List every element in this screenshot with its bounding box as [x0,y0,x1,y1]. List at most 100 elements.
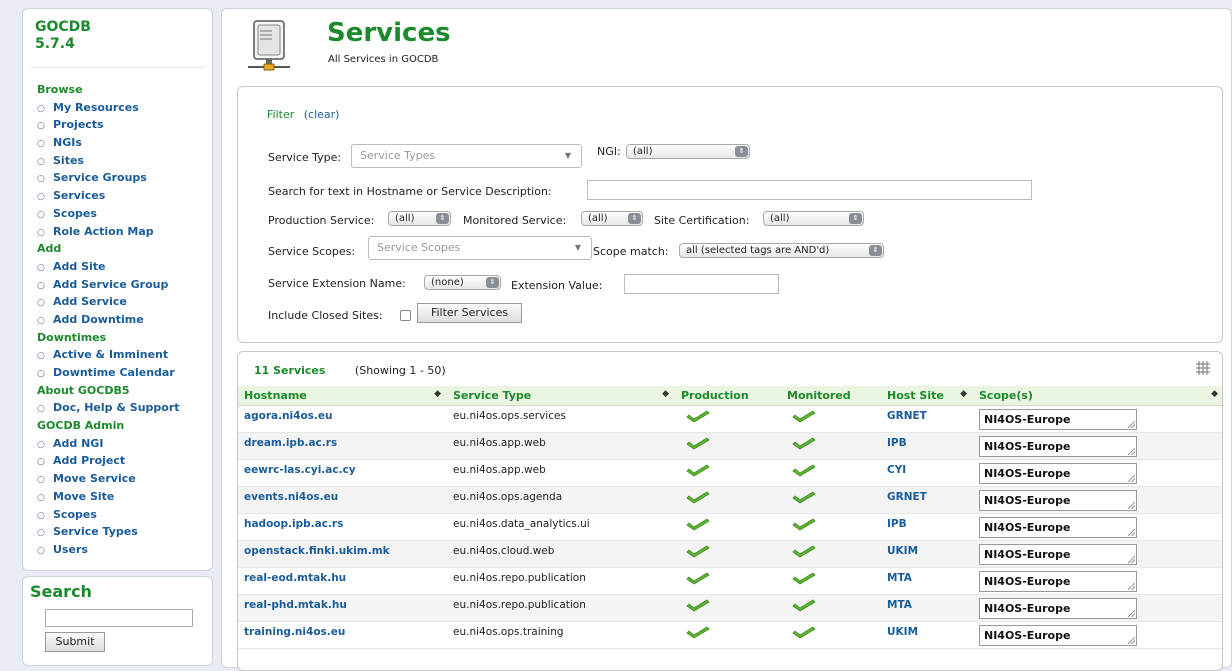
service-type-select[interactable]: Service Types ▼ [351,144,582,168]
certification-label: Site Certification: [654,214,750,227]
host-site-link[interactable]: MTA [881,594,973,623]
sidebar-item-sites[interactable]: ○ Sites [37,152,212,170]
hostname-link[interactable]: eewrc-las.cyi.ac.cy [238,459,447,487]
column-header-host-site[interactable]: Host Site ◆ [881,386,973,406]
monitored-select[interactable]: (all) ⇕ [581,211,643,226]
table-row: real-phd.mtak.hu eu.ni4os.repo.publicatio… [238,594,1222,623]
resize-grip-icon[interactable] [1128,583,1135,591]
sidebar-item-service-groups[interactable]: ○ Service Groups [37,169,212,187]
include-closed-checkbox[interactable] [400,310,411,321]
sidebar-item-add-service[interactable]: ○ Add Service [37,293,212,311]
sidebar-item-scopes[interactable]: ○ Scopes [37,506,212,524]
scope-textarea[interactable]: NI4OS-Europe [979,571,1137,593]
host-site-link[interactable]: UKIM [881,621,973,650]
resize-grip-icon[interactable] [1128,447,1135,455]
column-header-production[interactable]: Production [675,386,781,406]
filter-title: Filter [267,108,295,121]
ngi-select[interactable]: (all) ⇕ [626,144,750,159]
host-site-link[interactable]: IPB [881,432,973,460]
sidebar-item-move-site[interactable]: ○ Move Site [37,488,212,506]
resize-grip-icon[interactable] [1128,420,1135,428]
column-header-scopes[interactable]: Scope(s) ◆ [973,386,1222,406]
grid-icon[interactable] [1196,361,1210,375]
sidebar-item-add-site[interactable]: ○ Add Site [37,258,212,276]
host-site-link[interactable]: UKIM [881,540,973,569]
sidebar-item-add-downtime[interactable]: ○ Add Downtime [37,311,212,329]
hostname-link[interactable]: real-phd.mtak.hu [238,594,447,623]
service-scopes-select[interactable]: Service Scopes ▼ [368,236,592,260]
sidebar-item-scopes[interactable]: ○ Scopes [37,205,212,223]
resize-grip-icon[interactable] [1128,555,1135,563]
host-site-link[interactable]: IPB [881,513,973,541]
sidebar-item-users[interactable]: ○ Users [37,541,212,559]
table-row: hadoop.ipb.ac.rs eu.ni4os.data_analytics.… [238,513,1222,541]
scope-textarea[interactable]: NI4OS-Europe [979,408,1137,430]
hostname-link[interactable]: hadoop.ipb.ac.rs [238,513,447,541]
sidebar-item-service-types[interactable]: ○ Service Types [37,523,212,541]
scope-textarea[interactable]: NI4OS-Europe [979,462,1137,484]
scope-textarea[interactable]: NI4OS-Europe [979,598,1137,620]
sidebar-item-downtime-calendar[interactable]: ○ Downtime Calendar [37,364,212,382]
scope-textarea[interactable]: NI4OS-Europe [979,625,1137,647]
scope-textarea[interactable]: NI4OS-Europe [979,516,1137,538]
sidebar-item-ngis[interactable]: ○ NGIs [37,134,212,152]
host-site-link[interactable]: GRNET [881,405,973,433]
filter-clear-link[interactable]: (clear) [304,108,340,121]
sidebar-item-add-service-group[interactable]: ○ Add Service Group [37,276,212,294]
checkmark-icon [686,437,710,450]
filter-services-button[interactable]: Filter Services [417,303,522,323]
resize-grip-icon[interactable] [1128,528,1135,536]
monitored-cell [781,513,881,541]
production-select[interactable]: (all) ⇕ [388,211,451,226]
select-arrows-icon: ⇕ [735,146,748,157]
app-version: 5.7.4 [35,36,75,52]
scope-textarea[interactable]: NI4OS-Europe [979,489,1137,511]
scope-textarea[interactable]: NI4OS-Europe [979,543,1137,565]
search-input[interactable] [45,609,193,627]
resize-grip-icon[interactable] [1128,501,1135,509]
sidebar-item-add-ngi[interactable]: ○ Add NGI [37,435,212,453]
checkmark-icon [686,518,710,531]
hostname-link[interactable]: openstack.finki.ukim.mk [238,540,447,569]
scope-value: NI4OS-Europe [984,520,1071,534]
hostname-link[interactable]: dream.ipb.ac.rs [238,432,447,460]
sidebar-item-label: Doc, Help & Support [53,401,180,415]
extension-value-input[interactable] [624,274,779,294]
checkmark-icon [792,518,816,531]
host-site-link[interactable]: GRNET [881,486,973,514]
sidebar-item-services[interactable]: ○ Services [37,187,212,205]
column-header-monitored[interactable]: Monitored [781,386,881,406]
sidebar-item-active-imminent[interactable]: ○ Active & Imminent [37,346,212,364]
host-site-link[interactable]: CYI [881,459,973,487]
host-site-link[interactable]: MTA [881,567,973,596]
sidebar-item-label: My Resources [53,100,139,114]
scope-match-select[interactable]: all (selected tags are AND'd) ⇕ [679,243,884,258]
resize-grip-icon[interactable] [1128,637,1135,645]
resize-grip-icon[interactable] [1128,474,1135,482]
scope-textarea[interactable]: NI4OS-Europe [979,435,1137,457]
sidebar-item-move-service[interactable]: ○ Move Service [37,470,212,488]
hostname-link[interactable]: real-eod.mtak.hu [238,567,447,596]
certification-select[interactable]: (all) ⇕ [763,211,864,226]
hostname-link[interactable]: agora.ni4os.eu [238,405,447,433]
column-header-service-type[interactable]: Service Type ◆ [447,386,675,406]
sidebar-item-add-project[interactable]: ○ Add Project [37,452,212,470]
hostname-link[interactable]: training.ni4os.eu [238,621,447,650]
hostname-link[interactable]: events.ni4os.eu [238,486,447,514]
service-type-cell: eu.ni4os.app.web [447,432,675,460]
search-text-input[interactable] [587,180,1032,200]
chevron-down-icon: ▼ [564,151,571,160]
scope-match-value: all (selected tags are AND'd) [686,245,830,256]
service-type-cell: eu.ni4os.cloud.web [447,540,675,569]
app-logo[interactable]: GOCDB 5.7.4 [23,9,212,67]
sidebar-item-doc-help-support[interactable]: ○ Doc, Help & Support [37,399,212,417]
sidebar-item-role-action-map[interactable]: ○ Role Action Map [37,223,212,241]
extension-name-select[interactable]: (none) ⇕ [424,275,501,290]
select-arrows-icon: ⇕ [628,213,641,224]
resize-grip-icon[interactable] [1128,610,1135,618]
column-header-hostname[interactable]: Hostname ◆ [238,386,447,406]
sidebar-item-my-resources[interactable]: ○ My Resources [37,99,212,117]
search-submit-button[interactable]: Submit [45,632,105,652]
sidebar-item-label: Add NGI [53,436,104,450]
sidebar-item-projects[interactable]: ○ Projects [37,116,212,134]
